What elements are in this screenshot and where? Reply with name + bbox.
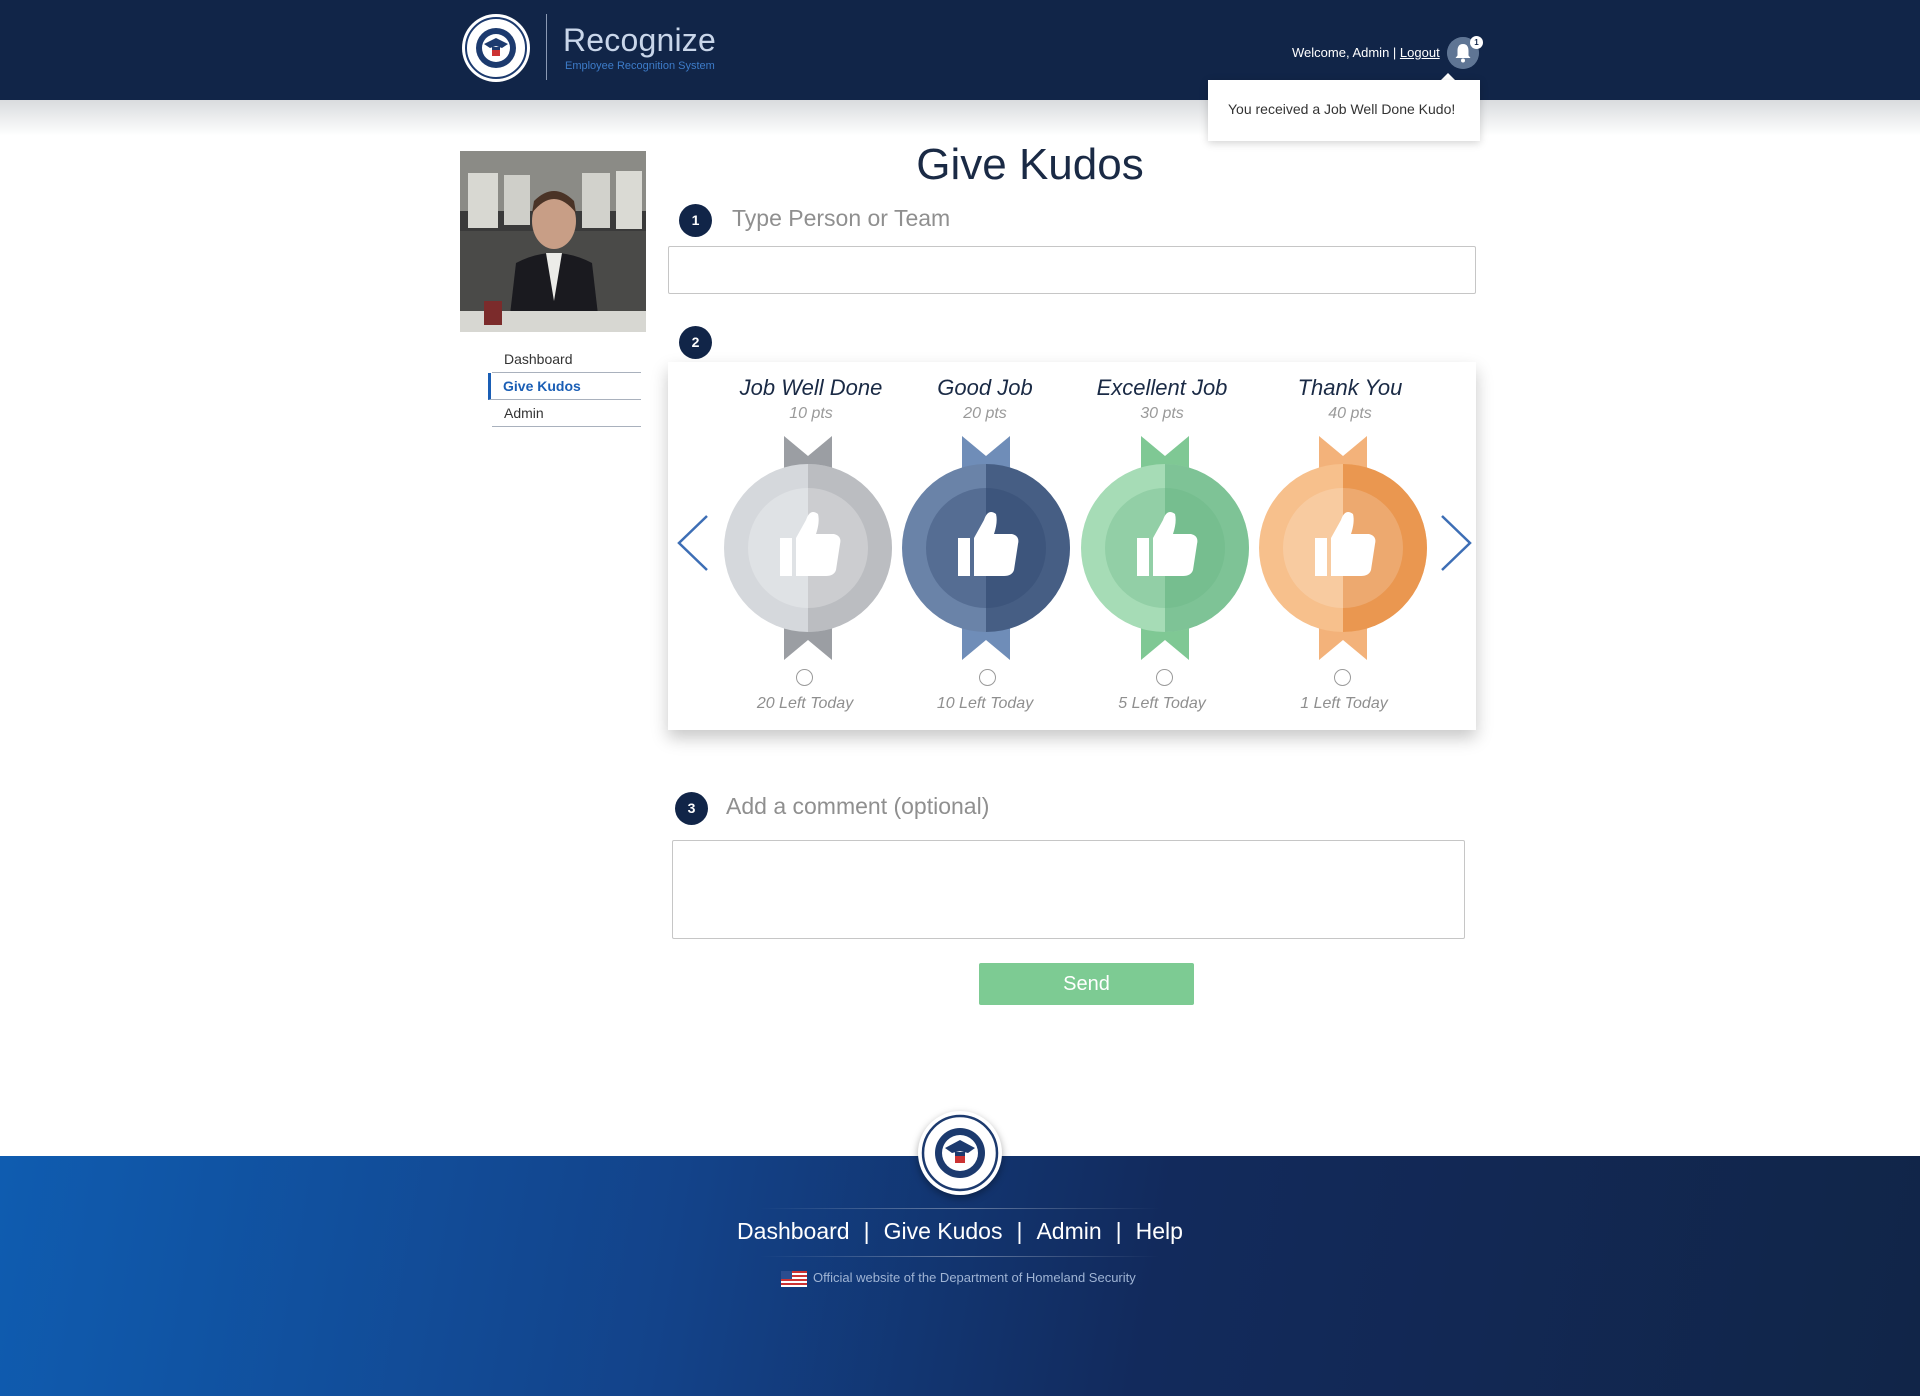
kudo-left-today: 20 Left Today [756,695,854,712]
page-title: Give Kudos [916,140,1144,189]
kudo-points: 40 pts [1328,405,1372,422]
step-1-badge: 1 [679,204,712,237]
footer-link-dashboard[interactable]: Dashboard [737,1218,850,1244]
good-job-medal-icon[interactable] [898,436,1074,660]
kudo-radio-job-well-done[interactable] [796,669,813,686]
kudo-name: Thank You [1297,375,1403,400]
kudo-name: Job Well Done [739,375,883,400]
kudo-left-today: 5 Left Today [1118,695,1206,712]
footer-link-help[interactable]: Help [1136,1218,1183,1244]
sidebar-item-give-kudos[interactable]: Give Kudos [488,373,641,400]
sidebar-item-admin[interactable]: Admin [492,400,641,427]
logout-link[interactable]: Logout [1400,45,1440,60]
step-1-label: Type Person or Team [732,205,951,231]
kudo-radio-thank-you[interactable] [1334,669,1351,686]
comment-textarea[interactable] [672,840,1465,939]
step-3-label: Add a comment (optional) [726,793,990,819]
notification-toast[interactable]: You received a Job Well Done Kudo! [1208,80,1480,141]
notification-badge: 1 [1470,36,1483,49]
kudo-name: Good Job [937,375,1033,400]
thank-you-medal-icon[interactable] [1255,436,1431,660]
sidebar-item-dashboard[interactable]: Dashboard [492,346,641,373]
dhs-seal-icon [918,1111,1002,1195]
welcome-label: Welcome, Admin | [1292,45,1397,60]
avatar [460,151,646,332]
header-shadow [0,100,1920,136]
person-team-input[interactable] [668,246,1476,294]
footer-nav: Dashboard | Give Kudos | Admin | Help [560,1218,1360,1245]
footer-separator: | [1016,1218,1023,1244]
footer-separator: | [863,1218,870,1244]
kudo-left-today: 10 Left Today [936,695,1034,712]
footer-divider [760,1256,1160,1257]
app-title[interactable]: Recognize [563,22,716,59]
send-button[interactable]: Send [979,963,1194,1005]
kudo-points: 20 pts [963,405,1007,422]
dhs-seal-icon[interactable] [462,14,530,82]
official-website-text: Official website of the Department of Ho… [813,1270,1136,1285]
excellent-job-medal-icon[interactable] [1077,436,1253,660]
kudo-name: Excellent Job [1096,375,1228,400]
chevron-right-icon[interactable] [1437,513,1475,573]
top-header [0,0,1920,100]
kudo-radio-excellent-job[interactable] [1156,669,1173,686]
job-well-done-medal-icon[interactable] [720,436,896,660]
kudo-radio-good-job[interactable] [979,669,996,686]
app-subtitle: Employee Recognition System [565,60,715,72]
footer-link-admin[interactable]: Admin [1036,1218,1101,1244]
brand-divider [546,14,547,80]
step-3-badge: 3 [675,792,708,825]
footer-divider [760,1208,1160,1209]
step-2-badge: 2 [679,326,712,359]
kudo-left-today: 1 Left Today [1300,695,1388,712]
footer-separator: | [1115,1218,1122,1244]
us-flag-icon [781,1271,807,1287]
footer-link-give-kudos[interactable]: Give Kudos [884,1218,1003,1244]
chevron-left-icon[interactable] [674,513,712,573]
kudo-points: 10 pts [789,405,833,422]
welcome-text: Welcome, Admin | Logout [1292,45,1440,60]
kudo-points: 30 pts [1140,405,1184,422]
